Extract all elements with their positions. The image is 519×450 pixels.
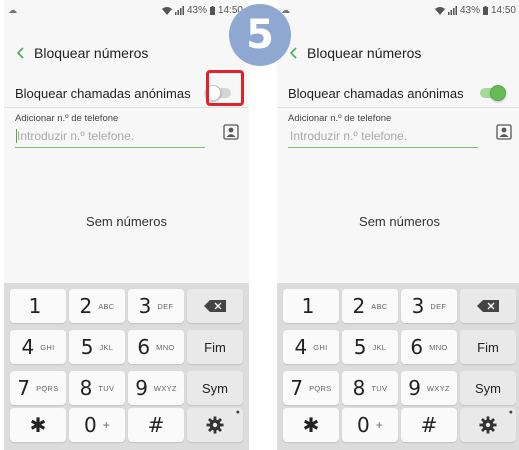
- key-3[interactable]: 3 DEF: [128, 289, 184, 323]
- block-anonymous-label: Bloquear chamadas anónimas: [15, 86, 191, 101]
- key-4[interactable]: 4 GHI: [10, 330, 66, 364]
- block-anonymous-row[interactable]: Bloquear chamadas anónimas: [277, 78, 519, 108]
- empty-list-text: Sem números: [86, 214, 167, 229]
- settings-key[interactable]: ●: [187, 408, 243, 442]
- phone-number-input[interactable]: [15, 124, 205, 148]
- key-3[interactable]: 3 DEF: [401, 289, 457, 323]
- battery-icon: [209, 6, 215, 15]
- wifi-icon: [434, 7, 445, 15]
- key-8[interactable]: 8 TUV: [69, 371, 125, 405]
- back-arrow-icon: [289, 47, 297, 59]
- key-0[interactable]: 0 +: [342, 408, 398, 442]
- empty-list-text: Sem números: [359, 214, 440, 229]
- backspace-key[interactable]: [460, 289, 516, 323]
- gear-icon: [206, 416, 224, 434]
- highlight-box: [206, 70, 244, 106]
- contact-icon: [223, 124, 239, 140]
- backspace-icon: [204, 300, 226, 312]
- switch-knob: [490, 85, 506, 101]
- block-anonymous-label: Bloquear chamadas anónimas: [288, 86, 464, 101]
- key-6[interactable]: 6 MNO: [401, 330, 457, 364]
- fim-key[interactable]: Fim: [460, 330, 516, 364]
- app-bar: Bloquear números: [277, 38, 519, 68]
- status-bar: ☁ 43% 14:50: [4, 0, 249, 22]
- text-cursor: [16, 129, 17, 143]
- key-9[interactable]: 9 WXYZ: [401, 371, 457, 405]
- gear-icon: [479, 416, 497, 434]
- key-2[interactable]: 2 ABC: [69, 289, 125, 323]
- contacts-button[interactable]: [223, 124, 239, 140]
- phone-screen-after: ☁ 43% 14:50 Bloquear números Bloquear ch…: [277, 0, 519, 450]
- page-title: Bloquear números: [34, 45, 149, 61]
- battery-percent: 43%: [459, 5, 480, 16]
- key-7[interactable]: 7 PQRS: [283, 371, 339, 405]
- contact-icon: [496, 124, 512, 140]
- settings-key[interactable]: ●: [460, 408, 516, 442]
- back-button[interactable]: [10, 42, 32, 64]
- numeric-keypad: 1 2 ABC 3 DEF 4 GHI 5 JKL 6 MNO Fim 7 PQRS 8 TU…: [277, 283, 519, 450]
- add-number-label: Adicionar n.º de telefone: [15, 113, 119, 124]
- sym-key[interactable]: Sym: [187, 371, 243, 405]
- key-hash[interactable]: #: [401, 408, 457, 442]
- key-0[interactable]: 0 +: [69, 408, 125, 442]
- notification-icon: ☁: [8, 5, 17, 15]
- key-6[interactable]: 6 MNO: [128, 330, 184, 364]
- key-7[interactable]: 7 PQRS: [10, 371, 66, 405]
- signal-icon: [447, 6, 457, 15]
- status-bar: ☁ 43% 14:50: [277, 0, 519, 22]
- key-star[interactable]: ✱: [283, 408, 339, 442]
- battery-percent: 43%: [186, 5, 207, 16]
- backspace-key[interactable]: [187, 289, 243, 323]
- key-5[interactable]: 5 JKL: [69, 330, 125, 364]
- numeric-keypad: 1 2 ABC 3 DEF 4 GHI 5 JKL 6 MNO Fim 7 PQRS 8 TU…: [4, 283, 249, 450]
- key-4[interactable]: 4 GHI: [283, 330, 339, 364]
- more-dot-icon: ●: [235, 409, 240, 416]
- phone-screen-before: ☁ 43% 14:50 Bloquear números Bloquear ch…: [4, 0, 249, 450]
- backspace-icon: [477, 300, 499, 312]
- key-1[interactable]: 1: [10, 289, 66, 323]
- page-title: Bloquear números: [307, 45, 422, 61]
- phone-number-input[interactable]: [288, 124, 478, 148]
- step-number: 5: [246, 12, 274, 58]
- key-hash[interactable]: #: [128, 408, 184, 442]
- block-anonymous-switch[interactable]: [478, 85, 506, 101]
- app-bar: Bloquear números: [4, 38, 249, 68]
- key-8[interactable]: 8 TUV: [342, 371, 398, 405]
- sym-key[interactable]: Sym: [460, 371, 516, 405]
- key-9[interactable]: 9 WXYZ: [128, 371, 184, 405]
- back-arrow-icon: [16, 47, 24, 59]
- contacts-button[interactable]: [496, 124, 512, 140]
- wifi-icon: [161, 7, 172, 15]
- status-time: 14:50: [490, 5, 516, 16]
- signal-icon: [174, 6, 184, 15]
- key-star[interactable]: ✱: [10, 408, 66, 442]
- key-1[interactable]: 1: [283, 289, 339, 323]
- step-number-badge: 5: [229, 4, 291, 66]
- key-5[interactable]: 5 JKL: [342, 330, 398, 364]
- battery-icon: [482, 6, 488, 15]
- fim-key[interactable]: Fim: [187, 330, 243, 364]
- add-number-label: Adicionar n.º de telefone: [288, 113, 392, 124]
- more-dot-icon: ●: [508, 409, 513, 416]
- key-2[interactable]: 2 ABC: [342, 289, 398, 323]
